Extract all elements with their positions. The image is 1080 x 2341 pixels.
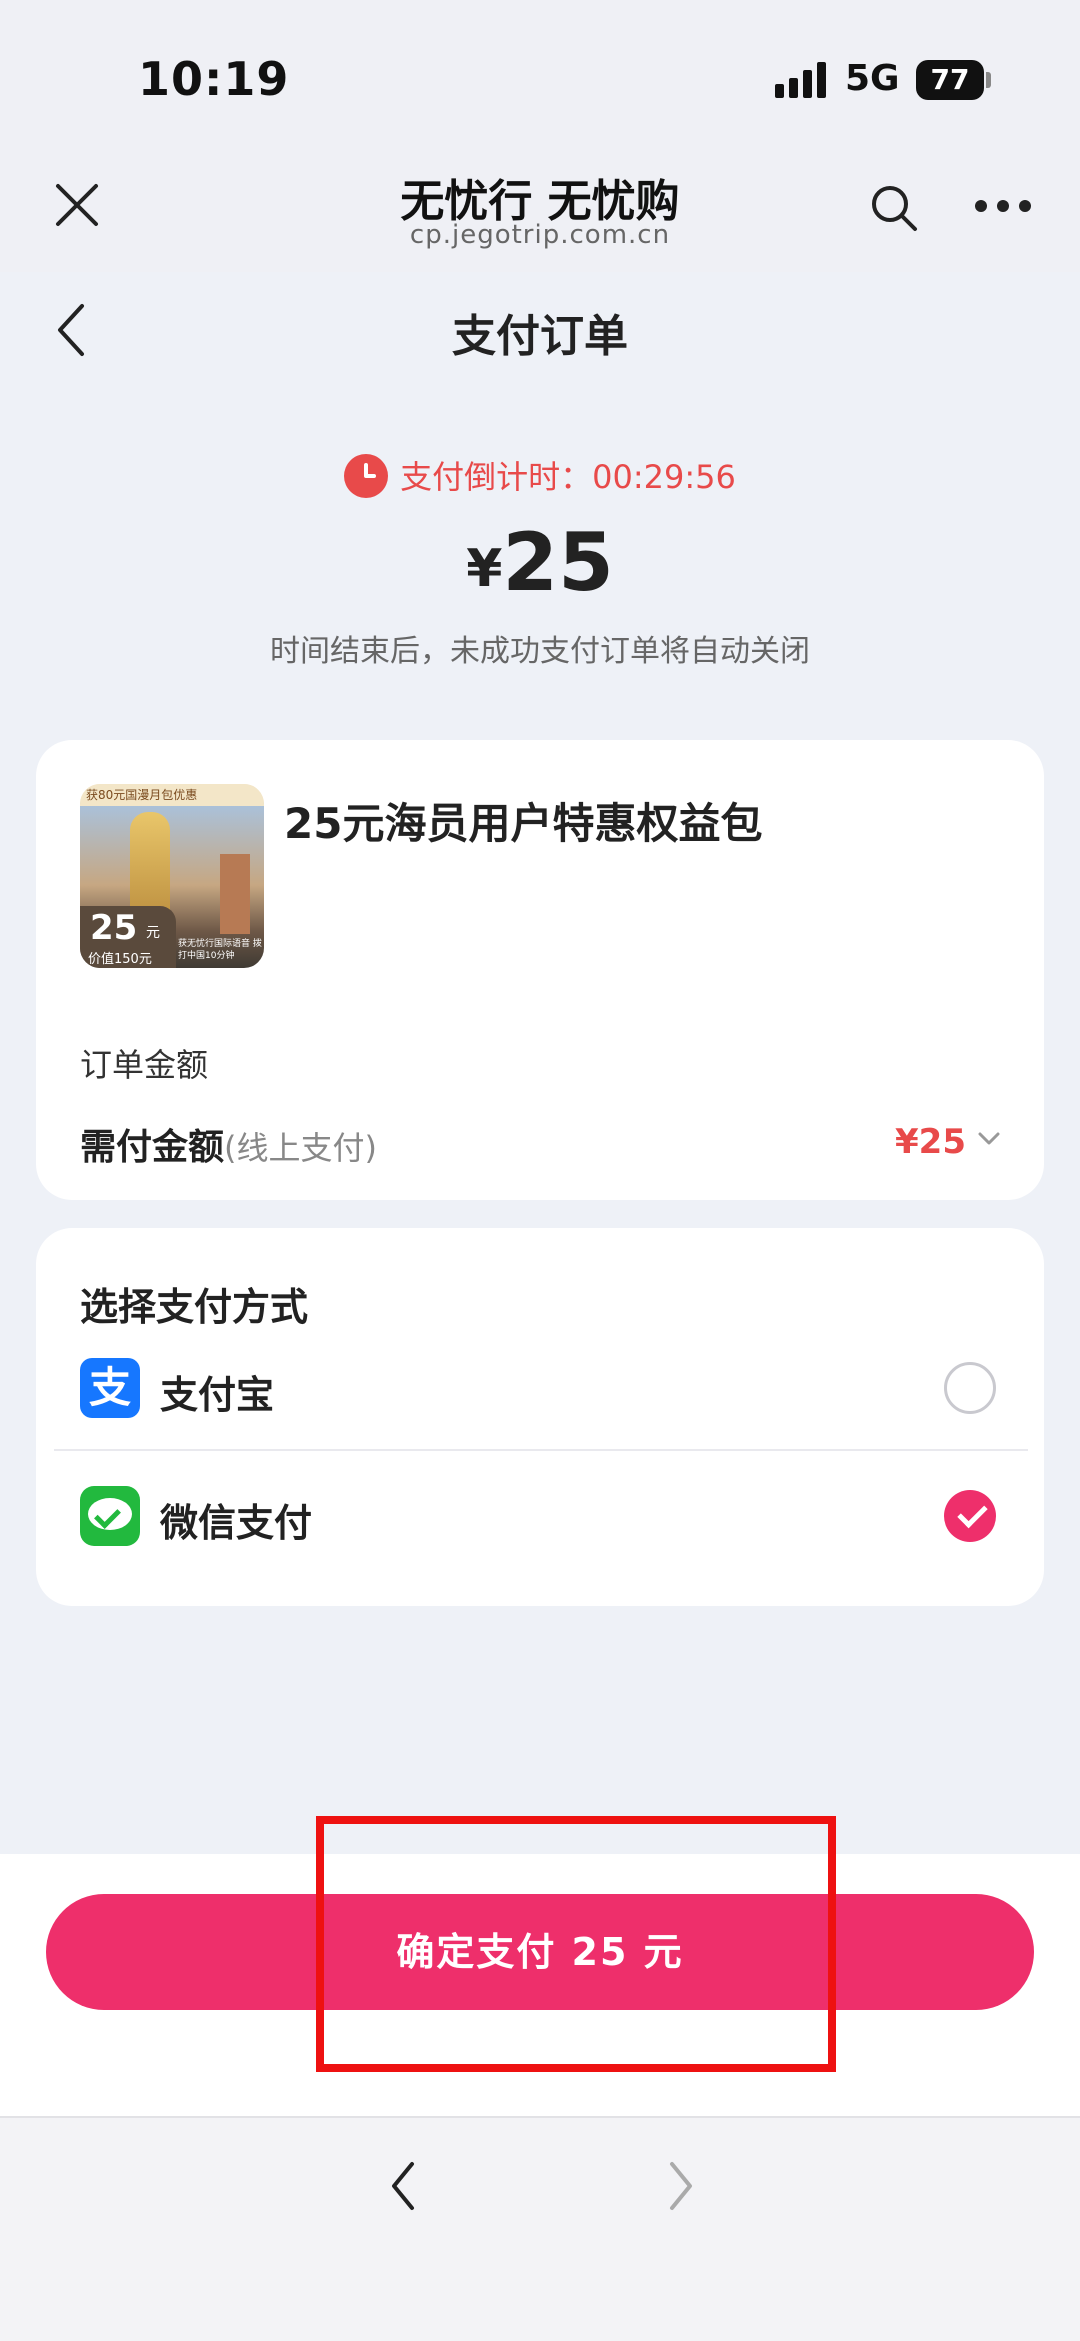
price-currency: ¥: [466, 539, 503, 599]
total-price: ¥25: [0, 516, 1080, 609]
price-amount: 25: [502, 516, 614, 609]
battery-tip: [986, 72, 991, 88]
page-title: 支付订单: [452, 311, 628, 362]
divider: [54, 1449, 1028, 1451]
image-note: 获无忧行国际语音 拨打中国10分钟: [178, 939, 262, 961]
alipay-icon: 支: [80, 1358, 140, 1418]
image-worth: 价值150元: [88, 952, 152, 967]
order-card: 获80元国漫月包优惠 25 元 价值150元 获无忧行国际语音 拨打中国10分钟…: [36, 740, 1044, 1200]
image-price: 25: [90, 908, 138, 948]
signal-icon: [775, 62, 829, 98]
more-icon[interactable]: [975, 200, 1031, 216]
product-image-banner: 获80元国漫月包优惠: [80, 784, 264, 806]
payment-countdown: 支付倒计时：00:29:56: [0, 452, 1080, 498]
countdown-label: 支付倒计时：: [400, 458, 593, 496]
payment-option-label: 微信支付: [160, 1501, 313, 1545]
chevron-down-icon[interactable]: [978, 1132, 1000, 1146]
building-illustration: [220, 854, 250, 934]
status-bar: 10:19 5G 77: [0, 0, 1080, 150]
countdown-time: 00:29:56: [592, 458, 736, 496]
clock-icon: [344, 454, 389, 498]
payment-method-card: 选择支付方式 支 支付宝 微信支付: [36, 1228, 1044, 1606]
pay-label-note: (线上支付): [224, 1129, 377, 1167]
status-time: 10:19: [138, 52, 290, 106]
product-image: 获80元国漫月包优惠 25 元 价值150元 获无忧行国际语音 拨打中国10分钟: [80, 784, 264, 968]
auto-close-hint: 时间结束后，未成功支付订单将自动关闭: [270, 634, 810, 669]
nav-forward-icon[interactable]: [660, 2158, 700, 2214]
wechat-pay-icon: [80, 1486, 140, 1546]
pay-label-text: 需付金额: [80, 1127, 225, 1168]
pay-amount[interactable]: ¥25: [895, 1122, 966, 1162]
payment-method-title: 选择支付方式: [80, 1285, 309, 1329]
image-price-unit: 元: [146, 925, 160, 941]
payment-option-alipay[interactable]: 支 支付宝: [36, 1328, 1044, 1448]
order-amount-label: 订单金额: [80, 1046, 209, 1084]
payment-option-wechat[interactable]: 微信支付: [36, 1456, 1044, 1576]
battery-icon: 77: [916, 60, 984, 100]
product-image-price-tag: 25 元 价值150元: [80, 906, 176, 968]
payment-option-label: 支付宝: [160, 1373, 275, 1417]
nav-back-icon[interactable]: [384, 2158, 424, 2214]
browser-bottom-nav: [0, 2116, 1080, 2341]
network-type: 5G: [845, 58, 900, 99]
search-icon[interactable]: [868, 182, 920, 234]
product-name: 25元海员用户特惠权益包: [284, 799, 763, 848]
radio-unchecked-icon[interactable]: [944, 1362, 996, 1414]
pay-amount-label: 需付金额(线上支付): [80, 1118, 377, 1170]
radio-checked-icon[interactable]: [944, 1490, 996, 1542]
highlight-annotation: [316, 1816, 836, 2072]
